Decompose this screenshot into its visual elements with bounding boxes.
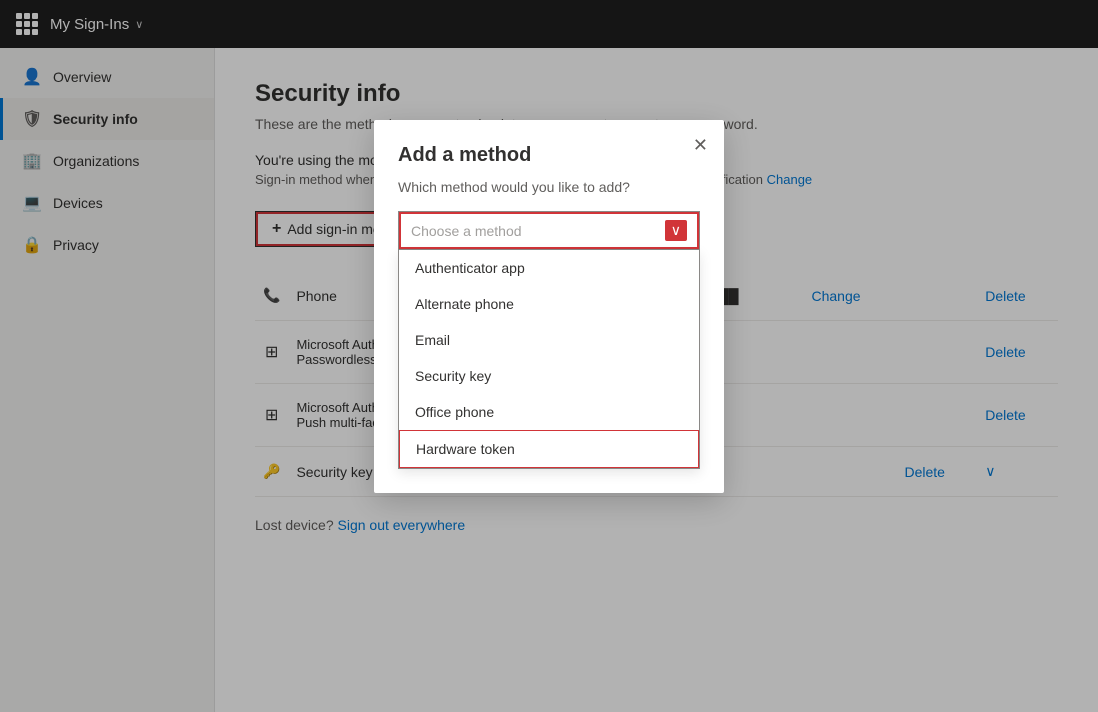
method-select-dropdown[interactable]: Choose a method ∨ [398,211,700,250]
method-select-placeholder: Choose a method [411,223,522,239]
dropdown-item-authenticator-app[interactable]: Authenticator app [399,250,699,286]
modal-title: Add a method [398,144,700,167]
dropdown-item-alternate-phone[interactable]: Alternate phone [399,286,699,322]
modal-close-button[interactable]: ✕ [693,136,708,154]
add-method-modal: Add a method ✕ Which method would you li… [374,120,724,493]
dropdown-item-security-key[interactable]: Security key [399,358,699,394]
dropdown-item-office-phone[interactable]: Office phone [399,394,699,430]
dropdown-list: Authenticator app Alternate phone Email … [398,250,700,469]
modal-subtitle: Which method would you like to add? [398,179,700,195]
modal-overlay: Add a method ✕ Which method would you li… [0,0,1098,712]
chevron-down-icon: ∨ [665,220,687,241]
dropdown-item-hardware-token[interactable]: Hardware token [399,430,699,468]
dropdown-item-email[interactable]: Email [399,322,699,358]
